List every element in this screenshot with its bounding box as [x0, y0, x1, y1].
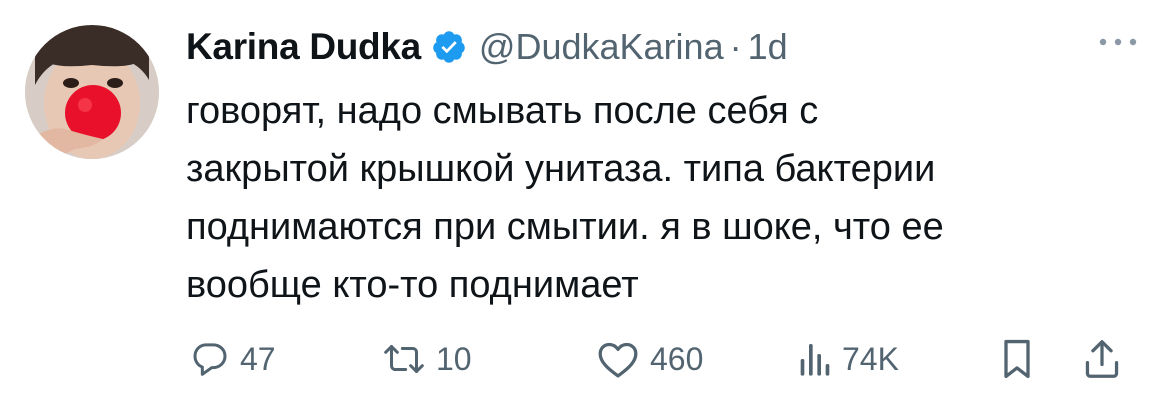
retweet-button[interactable]: 10	[382, 334, 472, 384]
reply-count: 47	[240, 340, 276, 377]
views-button[interactable]: 74K	[796, 334, 899, 384]
display-name[interactable]: Karina Dudka	[186, 26, 421, 68]
views-bars-icon	[796, 339, 832, 379]
avatar-image	[25, 25, 159, 159]
share-icon	[1082, 337, 1122, 381]
tweet: Karina Dudka @DudkaKarina · 1d говорят, …	[0, 0, 1170, 413]
heart-icon	[596, 339, 640, 379]
separator-dot: ·	[729, 26, 742, 67]
reply-bubble-icon	[190, 339, 230, 379]
action-bar: 47 10 460 74K	[186, 334, 1146, 384]
more-dots-icon[interactable]	[1096, 30, 1140, 54]
tweet-text: говорят, надо смывать после себя с закры…	[186, 90, 944, 306]
like-count: 460	[650, 340, 704, 377]
retweet-count: 10	[436, 340, 472, 377]
bookmark-button[interactable]	[1000, 334, 1034, 384]
bookmark-icon	[1000, 337, 1034, 381]
avatar[interactable]	[25, 25, 159, 159]
author-handle[interactable]: @DudkaKarina	[479, 26, 724, 68]
reply-button[interactable]: 47	[190, 334, 276, 384]
verified-badge-icon	[431, 29, 467, 65]
tweet-header: Karina Dudka @DudkaKarina · 1d	[186, 22, 788, 72]
like-button[interactable]: 460	[596, 334, 703, 384]
timestamp[interactable]: 1d	[748, 26, 788, 68]
views-count: 74K	[842, 340, 899, 377]
share-button[interactable]	[1082, 334, 1122, 384]
retweet-icon	[382, 339, 426, 379]
